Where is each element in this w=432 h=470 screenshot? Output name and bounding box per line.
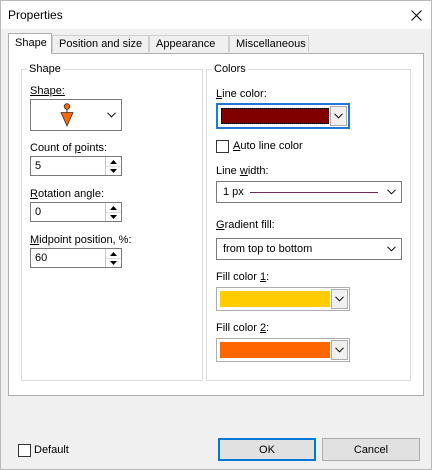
close-icon (410, 9, 422, 21)
line-color-swatch (221, 108, 329, 124)
close-button[interactable] (401, 1, 431, 29)
rotation-angle-spinner[interactable]: 0 (30, 202, 122, 222)
ok-button-label: OK (259, 443, 275, 456)
spinner-buttons (105, 203, 121, 221)
midpoint-position-label: Midpoint position, %: (30, 234, 132, 246)
default-checkbox[interactable] (18, 444, 31, 457)
auto-line-color-label: Auto line color (233, 140, 303, 152)
count-of-points-label: Count of points: (30, 142, 108, 154)
spinner-buttons (105, 249, 121, 267)
tab-page-shape: Shape Shape: Count of points: 5 Rotation… (8, 53, 424, 396)
line-color-picker[interactable] (216, 103, 350, 129)
line-width-sample (250, 192, 378, 193)
shape-group: Shape Shape: Count of points: 5 Rotation… (21, 63, 203, 381)
spin-down-button[interactable] (106, 166, 121, 175)
spin-down-button[interactable] (106, 258, 121, 267)
colors-group-legend: Colors (212, 63, 248, 75)
gradient-fill-value: from top to bottom (223, 243, 313, 255)
fill-color-1-label: Fill color 1: (216, 271, 270, 283)
fill-color-1-swatch (220, 291, 330, 307)
fill-color-2-label: Fill color 2: (216, 322, 270, 334)
chevron-down-icon (331, 289, 348, 309)
shape-group-legend: Shape (27, 63, 63, 75)
spinner-buttons (105, 157, 121, 175)
midpoint-position-value: 60 (35, 252, 48, 264)
tab-position-and-size[interactable]: Position and size (52, 35, 149, 52)
shape-label: Shape: (30, 85, 65, 97)
fill-color-2-swatch (220, 342, 330, 358)
chevron-down-icon (330, 106, 347, 126)
cancel-button-label: Cancel (353, 443, 389, 456)
ok-button[interactable]: OK (218, 438, 316, 461)
rotation-angle-label: Rotation angle: (30, 188, 105, 200)
fill-color-1-picker[interactable] (216, 287, 350, 311)
rotation-angle-value: 0 (35, 206, 42, 218)
tab-shape[interactable]: Shape (8, 33, 52, 54)
line-width-select[interactable]: 1 px (216, 181, 402, 203)
chevron-down-icon (381, 182, 401, 202)
cancel-button[interactable]: Cancel (322, 438, 420, 461)
auto-line-color-checkbox[interactable] (216, 140, 229, 153)
gradient-fill-label: Gradient fill: (216, 219, 275, 231)
properties-dialog: Properties Shape Position and size Appea… (0, 0, 432, 470)
chevron-down-icon (331, 340, 348, 360)
spin-down-button[interactable] (106, 212, 121, 221)
orange-pin-marker-icon (60, 103, 74, 127)
window-title: Properties (8, 8, 63, 22)
line-color-label: Line color: (216, 88, 267, 100)
chevron-down-icon (101, 100, 121, 130)
title-bar: Properties (1, 1, 431, 29)
count-of-points-spinner[interactable]: 5 (30, 156, 122, 176)
gradient-fill-select[interactable]: from top to bottom (216, 238, 402, 260)
line-width-value: 1 px (223, 186, 244, 198)
fill-color-2-picker[interactable] (216, 338, 350, 362)
count-of-points-value: 5 (35, 160, 42, 172)
tab-appearance[interactable]: Appearance (149, 35, 229, 52)
default-label: Default (34, 444, 69, 456)
chevron-down-icon (381, 239, 401, 259)
colors-group: Colors Line color: Auto line color Line … (206, 63, 411, 381)
tab-miscellaneous[interactable]: Miscellaneous (229, 35, 309, 52)
shape-select[interactable] (30, 99, 122, 131)
midpoint-position-spinner[interactable]: 60 (30, 248, 122, 268)
line-width-label: Line width: (216, 165, 269, 177)
